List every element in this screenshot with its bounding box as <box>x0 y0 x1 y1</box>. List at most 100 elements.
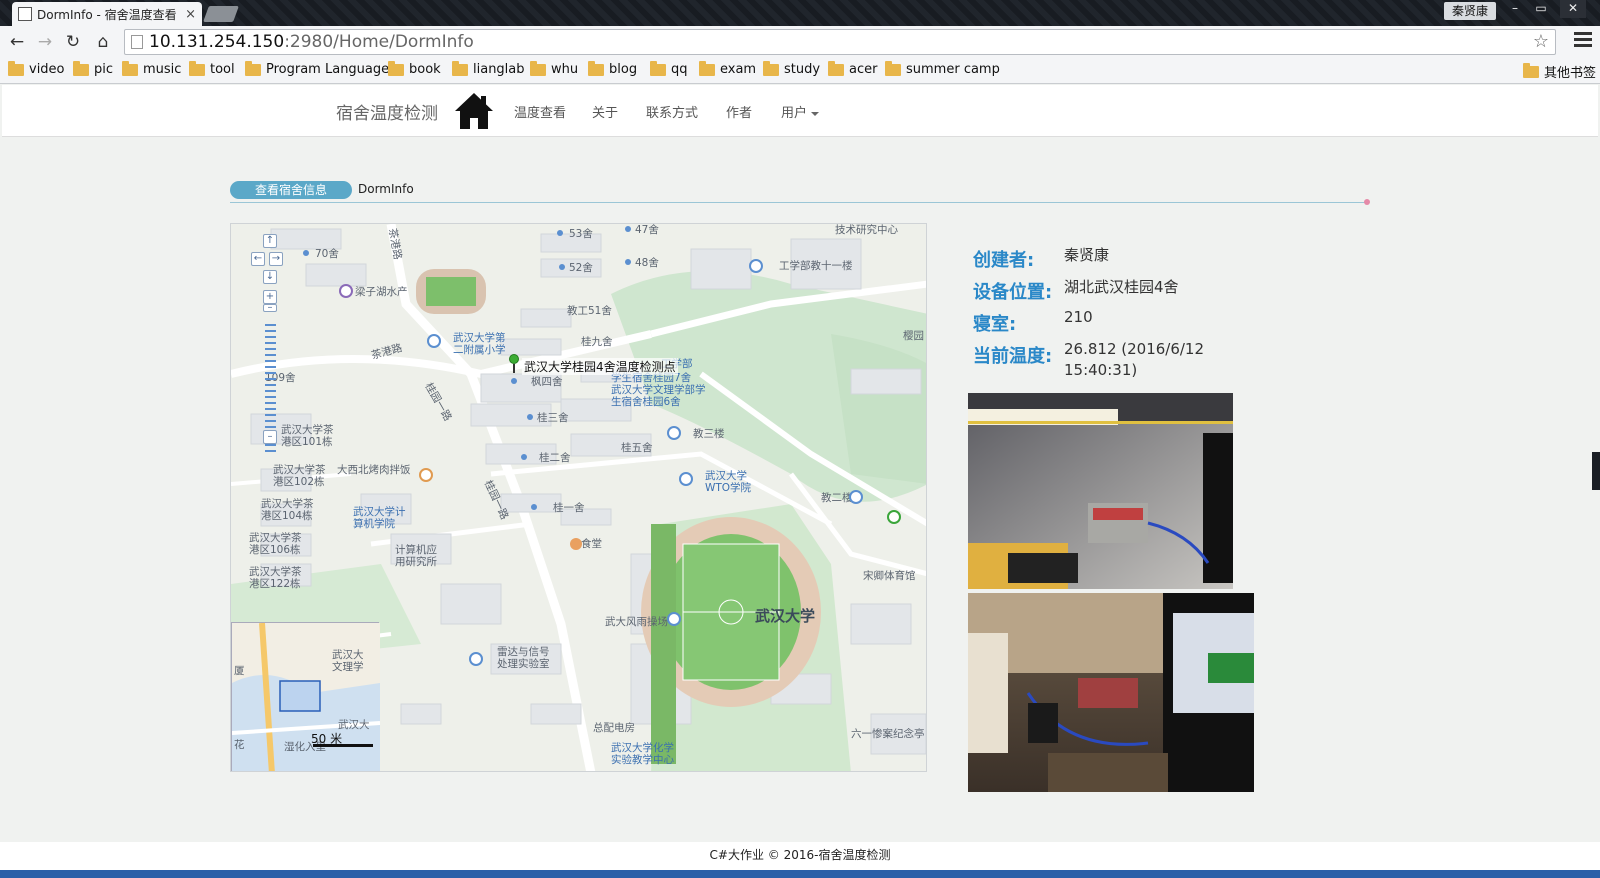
breadcrumb-dot <box>1364 199 1370 205</box>
restore-button[interactable]: ▭ <box>1528 0 1554 18</box>
map-label: 雷达与信号处理实验室 <box>497 646 550 670</box>
shop-icon <box>339 284 353 298</box>
school-icon <box>667 426 681 440</box>
nav-author[interactable]: 作者 <box>726 102 752 121</box>
forward-arrow-icon[interactable]: → <box>34 31 56 53</box>
location-value: 湖北武汉桂园4舍 <box>1064 278 1179 296</box>
bookmark-book[interactable]: book <box>388 60 441 77</box>
bookmark-pic[interactable]: pic <box>73 60 113 77</box>
location-label: 设备位置: <box>973 282 1053 303</box>
bookmark-label: summer camp <box>906 62 1000 77</box>
pan-down-icon[interactable]: ↓ <box>263 270 277 284</box>
bookmark-lianglab[interactable]: lianglab <box>452 60 525 77</box>
zoom-out-icon[interactable]: – <box>263 430 277 444</box>
overview-map[interactable]: 武汉大文理学 武汉大 厦 花 湿化入里 <box>231 622 381 771</box>
map-label: 计算机应用研究所 <box>395 544 437 568</box>
bookmark-video[interactable]: video <box>8 60 65 77</box>
nav-about[interactable]: 关于 <box>592 102 618 121</box>
browser-menu-icon[interactable] <box>1574 32 1592 52</box>
bookmark-tool[interactable]: tool <box>189 60 235 77</box>
site-brand[interactable]: 宿舍温度检测 <box>336 99 438 124</box>
bookmark-label: lianglab <box>473 62 525 77</box>
overview-label: 花 <box>234 739 245 751</box>
folder-icon <box>828 60 844 76</box>
bookmark-whu[interactable]: whu <box>530 60 579 77</box>
tab-title: DormInfo - 宿舍温度查看 <box>37 7 177 22</box>
home-icon[interactable] <box>454 91 494 131</box>
bookmark-exam[interactable]: exam <box>699 60 757 77</box>
map-label: 武汉大学化学实验教学中心 <box>611 742 674 766</box>
breadcrumb-parent[interactable]: 查看宿舍信息 <box>230 181 352 199</box>
address-bar[interactable]: 10.131.254.150:2980/Home/DormInfo ☆ <box>124 29 1556 55</box>
map-label: 武汉大学茶港区101栋 <box>281 424 334 448</box>
profile-user-badge[interactable]: 秦贤康 <box>1444 2 1497 20</box>
school-icon <box>427 334 441 348</box>
park-icon <box>887 510 901 524</box>
map-label: 武汉大学茶港区106栋 <box>249 532 302 556</box>
bookmarks-bar: video pic music tool Program Language bo… <box>0 58 1600 84</box>
site-navbar: 宿舍温度检测 温度查看 关于 联系方式 作者 用户 <box>2 85 1598 137</box>
side-widget[interactable] <box>1592 452 1600 490</box>
new-tab-button[interactable] <box>203 6 239 22</box>
pan-up-icon[interactable]: ↑ <box>263 234 277 248</box>
os-taskbar <box>0 870 1600 878</box>
room-label: 寝室: <box>973 314 1017 335</box>
map-label-whu: 武汉大学 <box>755 607 816 625</box>
nav-temperature[interactable]: 温度查看 <box>514 102 566 121</box>
poi-dot <box>625 226 631 232</box>
close-window-button[interactable]: ✕ <box>1560 0 1586 18</box>
temperature-label: 当前温度: <box>973 346 1053 367</box>
pan-right-icon[interactable]: → <box>269 252 283 266</box>
map-marker-label[interactable]: 武汉大学桂园4舍温度检测点 <box>522 358 678 375</box>
map-label: 教工51舍 <box>567 305 612 317</box>
map-label: 樱园 <box>903 330 924 342</box>
reload-icon[interactable]: ↻ <box>62 31 84 53</box>
nav-user-dropdown[interactable]: 用户 <box>781 102 820 121</box>
folder-icon <box>530 60 546 76</box>
nav-user-label: 用户 <box>781 106 808 121</box>
bookmark-music[interactable]: music <box>122 60 182 77</box>
folder-icon <box>189 60 205 76</box>
map-label: 武汉大学WTO学院 <box>705 470 752 494</box>
bookmark-summer-camp[interactable]: summer camp <box>885 60 1000 77</box>
browser-tab[interactable]: DormInfo - 宿舍温度查看 × <box>12 2 202 26</box>
poi-dot <box>625 259 631 265</box>
pan-left-icon[interactable]: ← <box>251 252 265 266</box>
bookmark-label: video <box>29 62 65 77</box>
back-arrow-icon[interactable]: ← <box>6 31 28 53</box>
folder-icon <box>763 60 779 76</box>
home-button-icon[interactable]: ⌂ <box>92 31 114 53</box>
map-label: 武汉大学茶港区104栋 <box>261 498 314 522</box>
bookmark-label: whu <box>551 62 579 77</box>
bookmark-qq[interactable]: qq <box>650 60 688 77</box>
bookmark-label: study <box>784 62 821 77</box>
location-pin-icon[interactable] <box>509 354 519 373</box>
chevron-down-icon <box>811 111 820 116</box>
bookmark-label: Program Language <box>266 62 390 77</box>
folder-icon <box>8 60 24 76</box>
browser-titlebar: DormInfo - 宿舍温度查看 × 秦贤康 – ▭ ✕ <box>0 0 1600 26</box>
overview-label: 武汉大文理学 <box>332 649 364 673</box>
bookmark-acer[interactable]: acer <box>828 60 878 77</box>
poi-dot <box>521 454 527 460</box>
nav-contact[interactable]: 联系方式 <box>646 102 698 121</box>
bookmark-label: acer <box>849 62 878 77</box>
bookmark-label: music <box>143 62 182 77</box>
folder-icon <box>588 60 604 76</box>
bookmark-program-language[interactable]: Program Language <box>245 60 390 77</box>
bookmark-other[interactable]: 其他书签 <box>1523 62 1596 81</box>
bookmark-star-icon[interactable]: ☆ <box>1533 30 1549 54</box>
bookmark-blog[interactable]: blog <box>588 60 637 77</box>
temperature-timestamp: 15:40:31) <box>1064 361 1138 379</box>
bookmark-study[interactable]: study <box>763 60 821 77</box>
bookmark-label: exam <box>720 62 757 77</box>
tab-close-icon[interactable]: × <box>185 7 196 22</box>
overview-label: 武汉大 <box>338 719 370 731</box>
campus-map[interactable]: 70舍 53舍 47舍 52舍 48舍 技术研究中心 工学部教十一楼 梁子湖水产… <box>230 223 927 772</box>
map-label: 桂三舍 <box>537 412 569 424</box>
zoom-slider-handle[interactable]: – <box>263 303 277 313</box>
minimize-button[interactable]: – <box>1502 0 1528 18</box>
map-label: 工学部教十一楼 <box>779 260 853 272</box>
map-label: 武汉大学茶港区122栋 <box>249 566 302 590</box>
map-label: 技术研究中心 <box>835 224 898 236</box>
